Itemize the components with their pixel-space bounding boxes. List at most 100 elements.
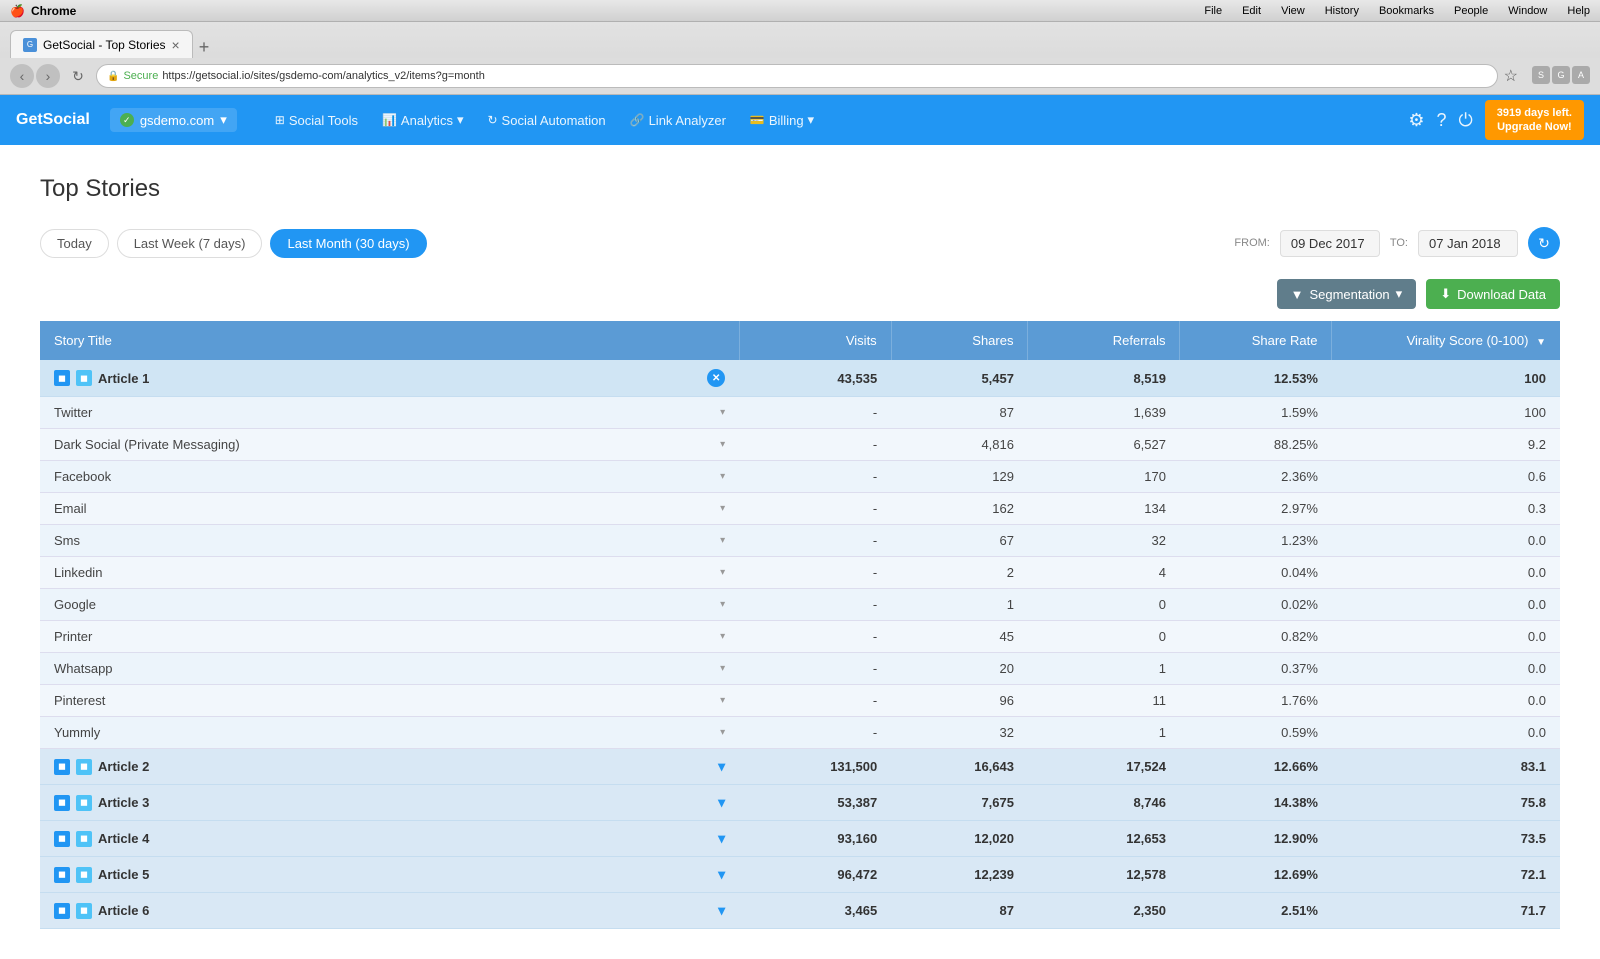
channel-name: Yummly bbox=[54, 725, 100, 740]
channel-shares: 4,816 bbox=[891, 429, 1028, 461]
channel-shares: 1 bbox=[891, 589, 1028, 621]
article-visits: 43,535 bbox=[739, 360, 891, 397]
expand-button[interactable]: ▾ bbox=[718, 794, 725, 811]
app-header: GetSocial ✓ gsdemo.com ▾ ⊞ Social Tools … bbox=[0, 95, 1600, 145]
channel-expand-icon[interactable]: ▾ bbox=[720, 663, 725, 674]
forward-button[interactable]: › bbox=[36, 64, 60, 88]
segmentation-chevron-icon: ▾ bbox=[1396, 286, 1403, 302]
channel-expand-icon[interactable]: ▾ bbox=[720, 471, 725, 482]
article-title: Article 1 bbox=[98, 371, 149, 386]
channel-virality: 9.2 bbox=[1332, 429, 1560, 461]
sort-arrow-icon: ▼ bbox=[1536, 337, 1546, 348]
article-row: ◼ ◼ Article 1 ✕ 43,535 5,457 8,519 12.53… bbox=[40, 360, 1560, 397]
mac-menu-file[interactable]: File bbox=[1204, 5, 1222, 17]
nav-billing[interactable]: 💳 Billing ▾ bbox=[740, 106, 824, 134]
channel-expand-icon[interactable]: ▾ bbox=[720, 695, 725, 706]
nav-arrows: ‹ › bbox=[10, 64, 60, 88]
nav-link-analyzer[interactable]: 🔗 Link Analyzer bbox=[620, 106, 736, 134]
help-icon[interactable]: ? bbox=[1437, 110, 1447, 131]
nav-link-analyzer-label: Link Analyzer bbox=[649, 113, 726, 128]
analytics-icon: 📊 bbox=[382, 113, 397, 127]
from-date-input[interactable]: 09 Dec 2017 bbox=[1280, 230, 1380, 257]
mac-menu-bookmarks[interactable]: Bookmarks bbox=[1379, 5, 1434, 17]
article-visits: 53,387 bbox=[739, 785, 891, 821]
channel-expand-icon[interactable]: ▾ bbox=[720, 599, 725, 610]
last-week-filter[interactable]: Last Week (7 days) bbox=[117, 229, 263, 258]
mac-menu-people[interactable]: People bbox=[1454, 5, 1488, 17]
ext-1[interactable]: S bbox=[1532, 66, 1550, 84]
apple-icon: 🍎 bbox=[10, 4, 25, 18]
upgrade-cta: Upgrade Now! bbox=[1497, 120, 1572, 134]
upgrade-button[interactable]: 3919 days left. Upgrade Now! bbox=[1485, 100, 1584, 141]
channel-virality: 0.0 bbox=[1332, 653, 1560, 685]
today-filter[interactable]: Today bbox=[40, 229, 109, 258]
channel-share-rate: 0.04% bbox=[1180, 557, 1332, 589]
channel-visits: - bbox=[739, 461, 891, 493]
power-icon[interactable]: ⏻ bbox=[1459, 110, 1473, 131]
refresh-button[interactable]: ↻ bbox=[66, 64, 90, 88]
date-refresh-button[interactable]: ↻ bbox=[1528, 227, 1560, 259]
expand-button[interactable]: ▾ bbox=[718, 866, 725, 883]
browser-tab[interactable]: G GetSocial - Top Stories × bbox=[10, 30, 193, 58]
extension-icons: S G A bbox=[1532, 66, 1590, 86]
address-bar[interactable]: 🔒 Secure https://getsocial.io/sites/gsde… bbox=[96, 64, 1498, 88]
lock-icon: 🔒 bbox=[107, 71, 119, 82]
mac-menu-help[interactable]: Help bbox=[1567, 5, 1590, 17]
nav-social-tools[interactable]: ⊞ Social Tools bbox=[265, 106, 368, 134]
channel-expand-icon[interactable]: ▾ bbox=[720, 631, 725, 642]
logo-text: GetSocial bbox=[16, 111, 90, 129]
mac-menu-view[interactable]: View bbox=[1281, 5, 1305, 17]
article-virality: 100 bbox=[1332, 360, 1560, 397]
article-icon2: ◼ bbox=[76, 370, 92, 386]
mac-menu-edit[interactable]: Edit bbox=[1242, 5, 1261, 17]
article-share-rate: 12.90% bbox=[1180, 821, 1332, 857]
channel-share-rate: 2.97% bbox=[1180, 493, 1332, 525]
article-visits: 131,500 bbox=[739, 749, 891, 785]
automation-icon: ↻ bbox=[487, 113, 497, 127]
channel-expand-icon[interactable]: ▾ bbox=[720, 535, 725, 546]
mac-menu-history[interactable]: History bbox=[1325, 5, 1359, 17]
segmentation-button[interactable]: ▼ Segmentation ▾ bbox=[1277, 279, 1417, 309]
last-month-filter[interactable]: Last Month (30 days) bbox=[270, 229, 426, 258]
star-button[interactable]: ☆ bbox=[1504, 66, 1518, 86]
article-virality: 72.1 bbox=[1332, 857, 1560, 893]
channel-name: Email bbox=[54, 501, 87, 516]
tab-favicon: G bbox=[23, 38, 37, 52]
channel-row: Linkedin ▾ - 2 4 0.04% 0.0 bbox=[40, 557, 1560, 589]
ext-2[interactable]: G bbox=[1552, 66, 1570, 84]
settings-icon[interactable]: ⚙ bbox=[1408, 110, 1424, 131]
channel-shares: 87 bbox=[891, 397, 1028, 429]
new-tab-button[interactable]: + bbox=[199, 37, 210, 58]
channel-expand-icon[interactable]: ▾ bbox=[720, 727, 725, 738]
back-button[interactable]: ‹ bbox=[10, 64, 34, 88]
mac-os-bar: 🍎 Chrome File Edit View History Bookmark… bbox=[0, 0, 1600, 22]
filter-row: Today Last Week (7 days) Last Month (30 … bbox=[40, 227, 1560, 259]
channel-expand-icon[interactable]: ▾ bbox=[720, 407, 725, 418]
col-story-title: Story Title bbox=[40, 321, 739, 360]
site-selector[interactable]: ✓ gsdemo.com ▾ bbox=[110, 108, 237, 132]
channel-name: Printer bbox=[54, 629, 92, 644]
nav-analytics[interactable]: 📊 Analytics ▾ bbox=[372, 106, 474, 134]
article-virality: 75.8 bbox=[1332, 785, 1560, 821]
channel-expand-icon[interactable]: ▾ bbox=[720, 439, 725, 450]
collapse-button[interactable]: ✕ bbox=[707, 369, 725, 387]
expand-button[interactable]: ▾ bbox=[718, 902, 725, 919]
channel-expand-icon[interactable]: ▾ bbox=[720, 567, 725, 578]
col-share-rate: Share Rate bbox=[1180, 321, 1332, 360]
to-date-input[interactable]: 07 Jan 2018 bbox=[1418, 230, 1518, 257]
channel-referrals: 170 bbox=[1028, 461, 1180, 493]
channel-referrals: 11 bbox=[1028, 685, 1180, 717]
mac-menu-window[interactable]: Window bbox=[1508, 5, 1547, 17]
expand-button[interactable]: ▾ bbox=[718, 830, 725, 847]
channel-shares: 32 bbox=[891, 717, 1028, 749]
stories-table: Story Title Visits Shares Referrals Shar… bbox=[40, 321, 1560, 929]
download-data-button[interactable]: ⬇ Download Data bbox=[1426, 279, 1560, 309]
channel-expand-icon[interactable]: ▾ bbox=[720, 503, 725, 514]
article-visits: 96,472 bbox=[739, 857, 891, 893]
ext-3[interactable]: A bbox=[1572, 66, 1590, 84]
tab-close-button[interactable]: × bbox=[172, 37, 180, 53]
channel-row: Facebook ▾ - 129 170 2.36% 0.6 bbox=[40, 461, 1560, 493]
expand-button[interactable]: ▾ bbox=[718, 758, 725, 775]
nav-social-automation[interactable]: ↻ Social Automation bbox=[477, 106, 615, 134]
article-title: Article 2 bbox=[98, 759, 149, 774]
